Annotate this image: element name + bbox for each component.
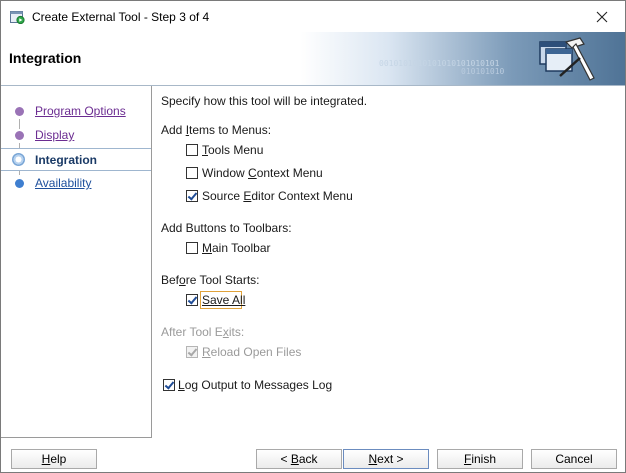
next-button[interactable]: Next >	[343, 449, 429, 469]
step-label[interactable]: Availability	[35, 176, 91, 190]
checkbox-label[interactable]: Source Editor Context Menu	[202, 189, 353, 203]
header-binary-decoration-2: 010101010	[461, 67, 505, 76]
checkbox-label[interactable]: Log Output to Messages Log	[178, 378, 332, 392]
before-tool-heading: Before Tool Starts:	[161, 273, 260, 287]
checkbox-box[interactable]	[186, 167, 198, 179]
dialog-window: Create External Tool - Step 3 of 4 Integ…	[0, 0, 626, 473]
toolbars-heading: Add Buttons to Toolbars:	[161, 221, 292, 235]
help-button[interactable]: Help	[11, 449, 97, 469]
step-availability[interactable]: Availability	[1, 172, 151, 194]
step-label: Integration	[35, 153, 97, 167]
menus-heading: Add Items to Menus:	[161, 123, 272, 137]
cancel-button[interactable]: Cancel	[531, 449, 617, 469]
wizard-header: Integration 0010101010101010101010101 01…	[1, 32, 625, 86]
step-integration: Integration	[1, 148, 151, 171]
step-visited-dot-icon	[15, 107, 24, 116]
title-bar[interactable]: Create External Tool - Step 3 of 4	[1, 1, 625, 32]
close-icon	[596, 11, 608, 22]
finish-button[interactable]: Finish	[437, 449, 523, 469]
intro-text: Specify how this tool will be integrated…	[161, 94, 368, 108]
step-program-options[interactable]: Program Options	[1, 100, 151, 122]
steps-panel: Program Options Display Integration Avai…	[1, 86, 152, 438]
close-button[interactable]	[579, 1, 625, 32]
checkbox-label[interactable]: Tools Menu	[202, 143, 263, 157]
checkbox-box[interactable]	[186, 190, 198, 202]
checkbox-label[interactable]: Save All	[202, 293, 245, 307]
step-label[interactable]: Program Options	[35, 104, 126, 118]
content-area: Specify how this tool will be integrated…	[161, 86, 621, 436]
external-tool-icon	[539, 37, 595, 81]
step-current-dot-icon	[12, 153, 25, 166]
step-visited-dot-icon	[15, 131, 24, 140]
window-title: Create External Tool - Step 3 of 4	[32, 10, 210, 24]
checkbox-label: Reload Open Files	[202, 345, 302, 359]
checkbox-box[interactable]	[186, 294, 198, 306]
checkbox-label[interactable]: Window Context Menu	[202, 166, 323, 180]
button-bar: Help < Back Next > Finish Cancel	[1, 438, 625, 472]
after-tool-heading: After Tool Exits:	[161, 325, 245, 339]
checkbox-box[interactable]	[163, 379, 175, 391]
step-pending-dot-icon	[15, 179, 24, 188]
step-display[interactable]: Display	[1, 124, 151, 146]
checkbox-box[interactable]	[186, 144, 198, 156]
back-button[interactable]: < Back	[256, 449, 342, 469]
checkbox-label[interactable]: Main Toolbar	[202, 241, 271, 255]
checkbox-box	[186, 346, 198, 358]
checkbox-box[interactable]	[186, 242, 198, 254]
step-label[interactable]: Display	[35, 128, 74, 142]
page-title: Integration	[9, 50, 82, 66]
app-icon	[10, 11, 25, 24]
